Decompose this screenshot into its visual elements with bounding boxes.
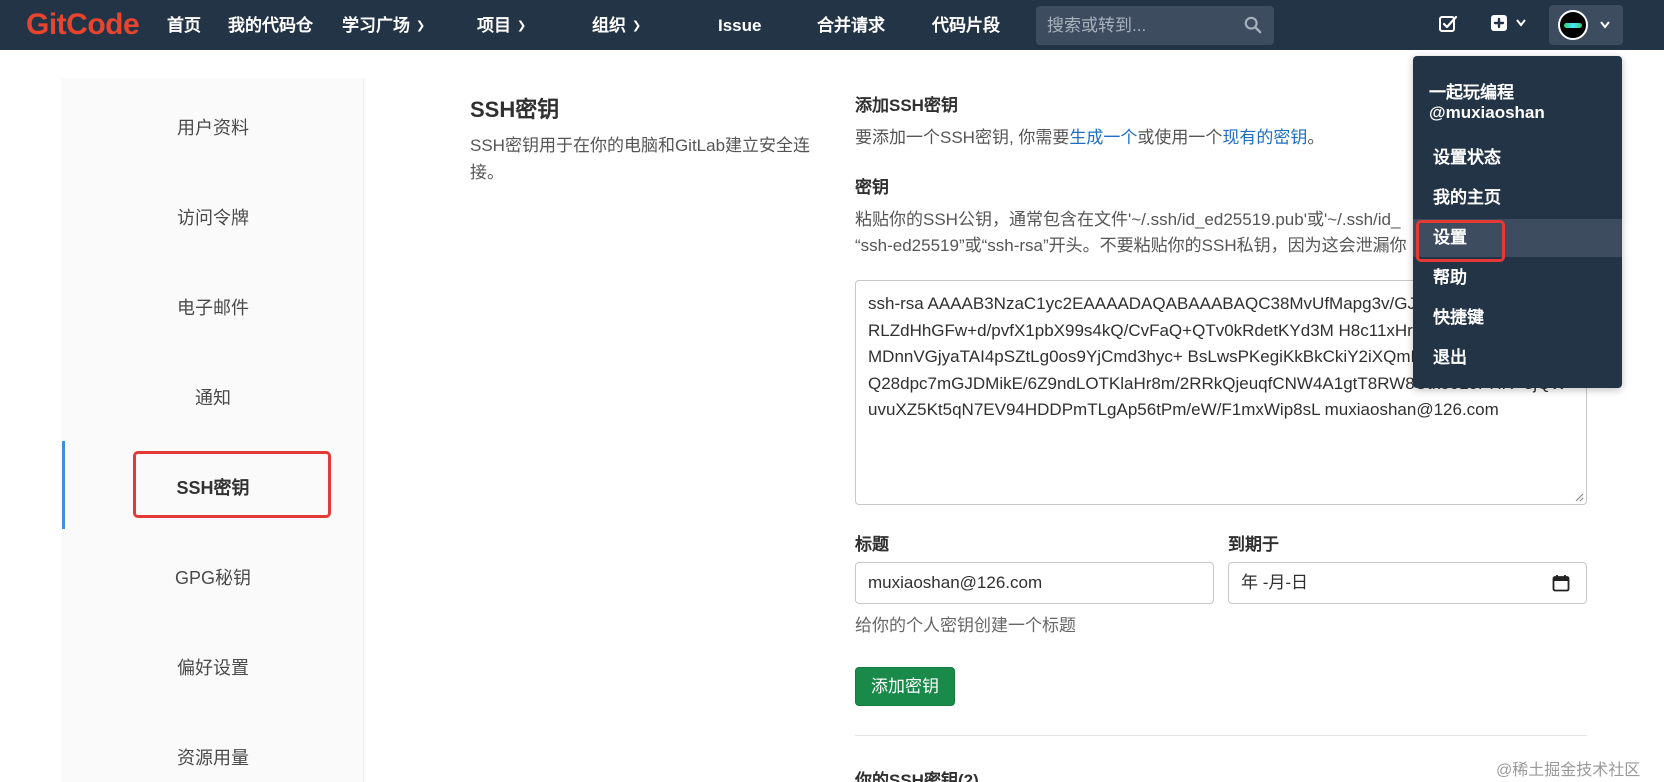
chevron-down-icon: ❯ [632,20,642,32]
nav-merge-requests-label: 合并请求 [817,16,885,35]
chevron-down-icon: ❯ [416,20,426,32]
nav-home[interactable]: 首页 [167,0,201,50]
chevron-down-icon [1516,19,1526,27]
chevron-down-icon: ❯ [517,20,527,32]
nav-home-label: 首页 [167,16,201,35]
sidebar-item-label: GPG秘钥 [174,568,251,588]
sidebar-item-usage-quotas[interactable]: 资源用量 [62,744,364,770]
logo-text-code: Code [66,8,140,41]
title-input-value: muxiaoshan@126.com [868,573,1043,592]
sidebar-active-indicator [62,441,65,529]
sidebar-item-label: 偏好设置 [177,658,249,678]
nav-my-repos[interactable]: 我的代码仓 [228,0,313,50]
expires-date-placeholder: 年 -月-日 [1241,573,1309,592]
nav-learning[interactable]: 学习广场 ❯ [342,0,425,50]
sidebar-item-preferences[interactable]: 偏好设置 [62,654,364,680]
sidebar-item-label: 通知 [195,388,231,408]
gitcode-logo[interactable]: GitCode [26,8,140,42]
existing-key-link[interactable]: 现有的密钥 [1222,128,1307,147]
calendar-icon[interactable] [1552,574,1570,592]
add-ssh-key-heading: 添加SSH密钥 [855,96,958,115]
page-title: SSH密钥 [470,97,560,122]
settings-sidebar: 用户资料 访问令牌 电子邮件 通知 SSH密钥 GPG秘钥 偏好设置 资源用量 [62,79,364,782]
todo-icon[interactable] [1438,14,1458,34]
title-hint: 给你的个人密钥创建一个标题 [855,616,1076,635]
nav-issue[interactable]: Issue [718,0,761,50]
sidebar-item-label: 资源用量 [177,748,249,768]
nav-groups-label: 组织 [592,16,626,35]
sidebar-item-notifications[interactable]: 通知 [62,384,364,410]
divider [855,735,1587,736]
menu-item-sign-out[interactable]: 退出 [1413,339,1622,377]
chevron-down-icon [1600,21,1610,29]
add-key-button[interactable]: 添加密钥 [855,667,955,706]
key-label: 密钥 [855,178,889,197]
sidebar-item-gpg-keys[interactable]: GPG秘钥 [62,564,364,590]
menu-item-profile[interactable]: 我的主页 [1413,179,1622,217]
title-label: 标题 [855,535,889,554]
user-username: @muxiaoshan [1429,103,1545,122]
title-input[interactable]: muxiaoshan@126.com [855,562,1214,604]
instructions-text: 要添加一个SSH密钥, 你需要 [855,128,1070,147]
expires-date-input[interactable]: 年 -月-日 [1228,562,1587,604]
logo-text-git: Git [26,8,67,41]
sidebar-item-label: 访问令牌 [177,208,249,228]
sidebar-item-access-tokens[interactable]: 访问令牌 [62,204,364,230]
search-input[interactable] [1036,6,1236,45]
nav-issue-label: Issue [718,16,762,35]
menu-item-shortcuts[interactable]: 快捷键 [1413,299,1622,337]
nav-merge-requests[interactable]: 合并请求 [817,0,885,50]
user-display-name: 一起玩编程 [1429,83,1514,102]
menu-item-label: 退出 [1433,348,1467,367]
add-ssh-key-instructions: 要添加一个SSH密钥, 你需要生成一个或使用一个现有的密钥。 [855,124,1324,151]
nav-learning-label: 学习广场 [342,16,410,35]
nav-snippets-label: 代码片段 [932,16,1000,35]
annotation-highlight-box [1416,220,1505,262]
key-help-line-1: 粘贴你的SSH公钥，通常包含在文件'~/.ssh/id_ed25519.pub'… [855,210,1401,229]
menu-item-label: 帮助 [1433,268,1467,287]
nav-groups[interactable]: 组织 ❯ [592,0,641,50]
menu-item-label: 我的主页 [1433,188,1501,207]
nav-projects-label: 项目 [477,16,511,35]
search-icon[interactable] [1244,16,1262,34]
generate-key-link[interactable]: 生成一个 [1069,128,1137,147]
sidebar-item-profile[interactable]: 用户资料 [62,114,364,140]
nav-projects[interactable]: 项目 ❯ [477,0,526,50]
instructions-text: 。 [1307,128,1325,147]
sidebar-item-label: 用户资料 [177,118,249,138]
user-menu-button[interactable] [1549,5,1623,45]
menu-item-label: 快捷键 [1433,308,1484,327]
nav-my-repos-label: 我的代码仓 [228,16,313,35]
your-ssh-keys-heading: 你的SSH密钥(2) [855,771,979,782]
avatar [1558,10,1588,40]
annotation-highlight-box [133,451,331,518]
key-help-line-2: “ssh-ed25519”或“ssh-rsa”开头。不要粘贴你的SSH私钥，因为… [855,236,1407,255]
watermark: @稀土掘金技术社区 [1496,762,1641,779]
nav-snippets[interactable]: 代码片段 [932,0,1000,50]
page-description: SSH密钥用于在你的电脑和GitLab建立安全连接。 [470,136,811,182]
top-navbar: GitCode 首页 我的代码仓 学习广场 ❯ 项目 ❯ 组织 ❯ Issue 合并请… [0,0,1664,50]
resize-handle-icon[interactable] [1574,492,1584,502]
sidebar-item-label: 电子邮件 [177,298,249,318]
menu-item-label: 设置状态 [1433,148,1501,167]
expires-label: 到期于 [1228,535,1279,554]
plus-square-icon [1491,15,1507,31]
new-menu-button[interactable] [1487,14,1531,36]
sidebar-item-emails[interactable]: 电子邮件 [62,294,364,320]
menu-item-help[interactable]: 帮助 [1413,259,1622,297]
global-search[interactable] [1036,6,1274,45]
instructions-text: 或使用一个 [1137,128,1223,147]
menu-item-set-status[interactable]: 设置状态 [1413,139,1622,177]
